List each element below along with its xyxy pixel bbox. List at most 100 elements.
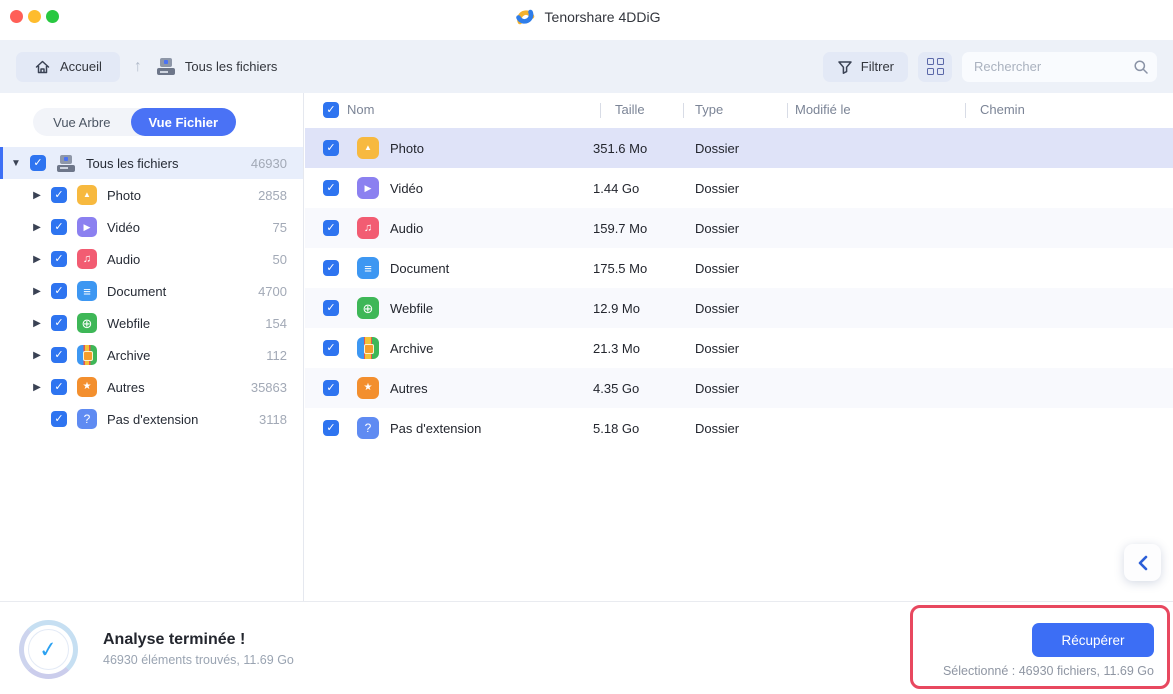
archive-checkbox[interactable] — [51, 347, 67, 363]
caret-right-icon[interactable]: ▶ — [31, 254, 43, 265]
table-row-archive[interactable]: Archive21.3 MoDossier — [305, 328, 1173, 368]
tree-item-label: Pas d'extension — [107, 412, 198, 427]
cell-type: Dossier — [695, 141, 739, 156]
audio-checkbox[interactable] — [51, 251, 67, 267]
table-row-others[interactable]: ★Autres4.35 GoDossier — [305, 368, 1173, 408]
caret-right-icon[interactable]: ▶ — [31, 222, 43, 233]
table-row-document[interactable]: ≡Document175.5 MoDossier — [305, 248, 1173, 288]
row-checkbox[interactable] — [323, 220, 339, 236]
tree-item-count: 75 — [273, 220, 287, 235]
search-input[interactable] — [962, 52, 1157, 82]
recover-button[interactable]: Récupérer — [1032, 623, 1154, 657]
caret-right-icon[interactable]: ▶ — [31, 318, 43, 329]
tree-item-no-extension[interactable]: ?Pas d'extension3118 — [0, 403, 303, 435]
row-checkbox[interactable] — [323, 420, 339, 436]
chevron-left-icon — [1136, 555, 1150, 571]
table-row-video[interactable]: ▶Vidéo1.44 GoDossier — [305, 168, 1173, 208]
tree-item-video[interactable]: ▶▶Vidéo75 — [0, 211, 303, 243]
cell-name: Autres — [390, 381, 428, 396]
document-file-icon: ≡ — [357, 257, 379, 279]
scan-status-subtitle: 46930 éléments trouvés, 11.69 Go — [103, 653, 294, 667]
caret-right-icon[interactable]: ▶ — [31, 286, 43, 297]
tree-item-label: Audio — [107, 252, 140, 267]
scan-status-title: Analyse terminée ! — [103, 631, 245, 649]
tree-item-label: Webfile — [107, 316, 150, 331]
row-checkbox[interactable] — [323, 380, 339, 396]
tree-item-all-files[interactable]: ▼ Tous les fichiers 46930 — [0, 147, 303, 179]
photo-file-icon: ▲ — [77, 185, 97, 205]
filter-funnel-icon — [837, 59, 853, 75]
table-row-no-extension[interactable]: ?Pas d'extension5.18 GoDossier — [305, 408, 1173, 448]
search-icon[interactable] — [1133, 59, 1149, 75]
app-brand: Tenorshare 4DDiG — [0, 4, 1173, 30]
collapse-panel-button[interactable] — [1124, 544, 1161, 581]
filter-button[interactable]: Filtrer — [823, 52, 908, 82]
column-header-type[interactable]: Type — [695, 102, 723, 117]
row-checkbox[interactable] — [323, 180, 339, 196]
cell-type: Dossier — [695, 221, 739, 236]
tree-item-photo[interactable]: ▶▲Photo2858 — [0, 179, 303, 211]
row-checkbox[interactable] — [323, 140, 339, 156]
caret-right-icon[interactable]: ▶ — [31, 350, 43, 361]
all-files-checkbox[interactable] — [30, 155, 46, 171]
photo-file-icon: ▲ — [357, 137, 379, 159]
tree-item-audio[interactable]: ▶ ♫ Audio 50 — [0, 243, 303, 275]
column-header-size[interactable]: Taille — [615, 102, 645, 117]
table-row-photo[interactable]: ▲Photo351.6 MoDossier — [305, 128, 1173, 168]
document-checkbox[interactable] — [51, 283, 67, 299]
audio-file-icon: ♫ — [77, 249, 97, 269]
cell-size: 12.9 Mo — [593, 301, 640, 316]
tree-item-label: Tous les fichiers — [86, 156, 178, 171]
webfile-file-icon: ⊕ — [357, 297, 379, 319]
cell-type: Dossier — [695, 301, 739, 316]
cell-type: Dossier — [695, 421, 739, 436]
cell-size: 4.35 Go — [593, 381, 639, 396]
cell-name: Webfile — [390, 301, 433, 316]
photo-checkbox[interactable] — [51, 187, 67, 203]
grid-view-button[interactable] — [918, 52, 952, 82]
tree-item-count: 2858 — [258, 188, 287, 203]
home-button[interactable]: Accueil — [16, 52, 120, 82]
webfile-file-icon: ⊕ — [77, 313, 97, 333]
column-header-path[interactable]: Chemin — [980, 102, 1025, 117]
cell-type: Dossier — [695, 261, 739, 276]
video-checkbox[interactable] — [51, 219, 67, 235]
cell-name: Vidéo — [390, 181, 423, 196]
annotation-highlight-box: Récupérer Sélectionné : 46930 fichiers, … — [910, 605, 1170, 689]
grid-view-icon — [927, 58, 944, 75]
table-row-audio[interactable]: ♫Audio159.7 MoDossier — [305, 208, 1173, 248]
caret-right-icon[interactable]: ▶ — [31, 382, 43, 393]
tree-item-label: Vidéo — [107, 220, 140, 235]
column-header-modified[interactable]: Modifié le — [795, 102, 851, 117]
tree-item-count: 50 — [273, 252, 287, 267]
file-table: Nom Taille Type Modifié le Chemin ▲ Photo… — [305, 93, 1173, 601]
archive-file-icon — [77, 345, 97, 365]
cell-name: Audio — [390, 221, 423, 236]
cell-size: 175.5 Mo — [593, 261, 647, 276]
others-checkbox[interactable] — [51, 379, 67, 395]
table-row-webfile[interactable]: ⊕ Webfile 12.9 Mo Dossier — [305, 288, 1173, 328]
webfile-checkbox[interactable] — [51, 315, 67, 331]
tree-item-document[interactable]: ▶≡Document4700 — [0, 275, 303, 307]
tree-item-count: 4700 — [258, 284, 287, 299]
caret-down-icon[interactable]: ▼ — [10, 158, 22, 169]
select-all-checkbox[interactable] — [323, 102, 339, 118]
column-header-name[interactable]: Nom — [347, 102, 374, 117]
row-checkbox[interactable] — [323, 260, 339, 276]
row-checkbox[interactable] — [323, 300, 339, 316]
app-window: Tenorshare 4DDiG Accueil ↑ Tous les fich… — [0, 0, 1173, 694]
tab-tree-view[interactable]: Vue Arbre — [33, 108, 131, 136]
no-extension-checkbox[interactable] — [51, 411, 67, 427]
cell-name: Pas d'extension — [390, 421, 481, 436]
tree-item-others[interactable]: ▶★Autres35863 — [0, 371, 303, 403]
app-logo-icon — [513, 5, 537, 29]
tree-item-webfile[interactable]: ▶⊕Webfile154 — [0, 307, 303, 339]
cell-name: Photo — [390, 141, 424, 156]
row-checkbox[interactable] — [323, 340, 339, 356]
tree-item-archive[interactable]: ▶Archive112 — [0, 339, 303, 371]
navigate-up-icon[interactable]: ↑ — [134, 58, 142, 76]
tree-item-count: 35863 — [251, 380, 287, 395]
tab-file-view[interactable]: Vue Fichier — [131, 108, 236, 136]
caret-right-icon[interactable]: ▶ — [31, 190, 43, 201]
tree-item-label: Autres — [107, 380, 145, 395]
